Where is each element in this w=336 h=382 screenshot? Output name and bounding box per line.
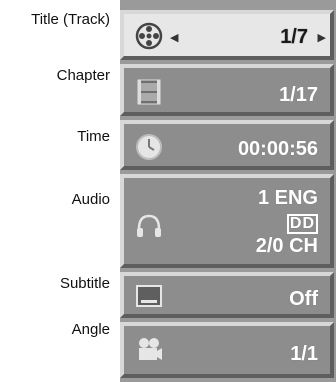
row-angle[interactable]: 1/1	[120, 322, 334, 378]
label-chapter: Chapter	[56, 67, 110, 84]
film-reel-icon	[135, 22, 163, 50]
label-audio: Audio	[71, 191, 110, 208]
label-angle: Angle	[71, 321, 110, 338]
dolby-mark: DD	[286, 214, 318, 234]
row-subtitle[interactable]: Off	[120, 272, 334, 318]
arrow-right-icon[interactable]: ▶	[318, 31, 326, 44]
value-chapter: 1/17	[279, 84, 318, 106]
value-subtitle: Off	[289, 288, 318, 310]
audio-channels: 2/0 CH	[255, 235, 318, 257]
value-title-track: 1/7	[280, 26, 308, 48]
subtitle-screen-icon	[136, 285, 162, 307]
value-angle: 1/1	[290, 343, 318, 365]
label-title-track: Title (Track)	[31, 11, 110, 28]
row-time[interactable]: 00:00:56	[120, 120, 334, 170]
camera-icon	[139, 338, 162, 360]
headphones-icon	[137, 214, 161, 237]
label-subtitle: Subtitle	[59, 275, 110, 292]
film-strip-icon	[137, 79, 161, 105]
audio-track: 1 ENG	[257, 187, 318, 209]
audio-values: 1 ENG DD 2/0 CH	[256, 186, 318, 258]
row-chapter[interactable]: 1/17	[120, 64, 334, 116]
audio-format: DD	[256, 210, 318, 234]
arrow-left-icon[interactable]: ◀	[170, 31, 178, 44]
row-title-track[interactable]: ◀ 1/7 ▶	[120, 10, 334, 60]
row-audio[interactable]: 1 ENG DD 2/0 CH	[120, 174, 334, 268]
value-time: 00:00:56	[237, 138, 318, 160]
label-time: Time	[77, 128, 110, 145]
clock-icon	[136, 134, 162, 160]
